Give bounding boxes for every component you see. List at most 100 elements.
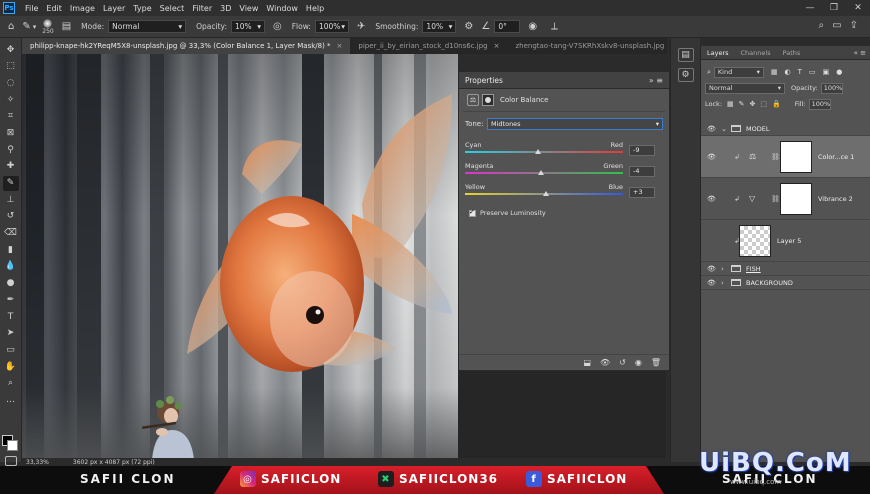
eyedropper-tool-icon[interactable]: ⚲	[3, 142, 19, 157]
filter-toggle-icon[interactable]: ●	[836, 68, 842, 76]
smart-object-filter-icon[interactable]: ▣	[823, 68, 830, 76]
chevron-right-icon[interactable]: ›	[721, 279, 724, 287]
brush-preset-picker[interactable]: 250	[42, 18, 54, 35]
layer-thumbnail[interactable]	[739, 224, 771, 257]
crop-tool-icon[interactable]: ⌗	[3, 109, 19, 124]
panel-menu-icon[interactable]: » ≡	[649, 76, 663, 85]
eye-icon[interactable]: 👁	[707, 125, 716, 133]
clip-to-layer-icon[interactable]: ⬓	[583, 358, 591, 367]
image-filter-icon[interactable]: ▦	[771, 68, 778, 76]
dodge-tool-icon[interactable]: ●	[3, 276, 19, 291]
flow-input[interactable]: 100% ▾	[314, 20, 349, 33]
marquee-tool-icon[interactable]: ⬚	[3, 59, 19, 74]
menu-3d[interactable]: 3D	[216, 4, 235, 13]
slider-track[interactable]	[465, 172, 623, 174]
pen-tool-icon[interactable]: ✒	[3, 292, 19, 307]
maximize-button[interactable]: ❐	[822, 0, 846, 16]
tab-zhengtao-tang[interactable]: zhengtao-tang-V7SKRhXskv8-unsplash.jpg ×	[507, 38, 684, 54]
slider-value-input[interactable]: -4	[629, 166, 655, 177]
chevron-down-icon[interactable]: ▾	[33, 23, 37, 31]
mode-select[interactable]: Normal ▾	[108, 20, 187, 33]
search-icon[interactable]: ⌕	[819, 20, 825, 31]
close-window-button[interactable]: ✕	[846, 0, 870, 16]
eye-icon[interactable]: 👁	[707, 195, 716, 203]
menu-window[interactable]: Window	[262, 4, 302, 13]
tone-select[interactable]: Midtones ▾	[487, 118, 663, 130]
move-tool-icon[interactable]: ✥	[3, 42, 19, 57]
fill-input[interactable]: 100%	[808, 98, 831, 110]
tab-philipp-knape[interactable]: philipp-knape-hk2YReqM5X8-unsplash.jpg @…	[22, 38, 351, 54]
menu-layer[interactable]: Layer	[99, 4, 129, 13]
lock-position-icon[interactable]: ✥	[750, 100, 756, 108]
healing-brush-tool-icon[interactable]: ✚	[3, 159, 19, 174]
eye-icon[interactable]: 👁	[707, 153, 716, 161]
background-color-swatch[interactable]	[7, 440, 18, 451]
chain-link-icon[interactable]: ⛓	[771, 195, 780, 203]
minimize-button[interactable]: —	[798, 0, 822, 16]
slider-thumb[interactable]	[542, 191, 549, 196]
layer-mask-icon[interactable]	[482, 94, 494, 106]
hand-tool-icon[interactable]: ✋	[3, 359, 19, 374]
quick-select-tool-icon[interactable]: ✧	[3, 92, 19, 107]
pressure-opacity-icon[interactable]: ◎	[273, 21, 282, 32]
eraser-tool-icon[interactable]: ⌫	[3, 226, 19, 241]
menu-edit[interactable]: Edit	[42, 4, 66, 13]
layer-vibrance[interactable]: 👁 ↲ ▽ ⛓ Vibrance 2	[701, 178, 870, 220]
home-icon[interactable]: ⌂	[8, 21, 14, 32]
slider-value-input[interactable]: -9	[629, 145, 655, 156]
lock-pixels-icon[interactable]: ✎	[739, 100, 745, 108]
layer-group-background[interactable]: 👁 › BACKGROUND	[701, 276, 870, 290]
layer-group-model[interactable]: 👁 ⌄ MODEL	[701, 122, 870, 136]
tab-layers[interactable]: Layers	[701, 49, 735, 57]
chain-link-icon[interactable]: ⛓	[771, 153, 780, 161]
brush-tool-icon[interactable]: ✎	[2, 175, 19, 191]
history-panel-icon[interactable]: ▤	[677, 48, 694, 62]
slider-value-input[interactable]: +3	[629, 187, 655, 198]
blend-mode-select[interactable]: Normal ▾	[705, 82, 785, 94]
close-icon[interactable]: ×	[337, 38, 343, 54]
menu-view[interactable]: View	[235, 4, 262, 13]
pressure-size-icon[interactable]: ◉	[528, 21, 537, 32]
gradient-tool-icon[interactable]: ▮	[3, 242, 19, 257]
eye-icon[interactable]: 👁	[707, 279, 716, 287]
reset-icon[interactable]: ↺	[619, 358, 626, 367]
slider-thumb[interactable]	[534, 149, 541, 154]
chevron-right-icon[interactable]: ›	[721, 265, 724, 273]
trash-icon[interactable]: 🗑	[651, 358, 661, 367]
layer-opacity-input[interactable]: 100%	[820, 82, 843, 94]
properties-panel-icon[interactable]: ⚙	[677, 68, 694, 82]
chevron-down-icon[interactable]: ⌄	[721, 125, 727, 133]
opacity-input[interactable]: 10% ▾	[230, 20, 265, 33]
quick-mask-icon[interactable]	[5, 456, 17, 466]
path-select-tool-icon[interactable]: ➤	[3, 326, 19, 341]
view-previous-icon[interactable]: 👁	[600, 358, 610, 367]
lasso-tool-icon[interactable]: ◌	[3, 75, 19, 90]
panel-menu-icon[interactable]: « ≡	[854, 49, 866, 57]
zoom-tool-icon[interactable]: ⌕	[3, 376, 19, 391]
lock-transparency-icon[interactable]: ▦	[727, 100, 734, 108]
menu-type[interactable]: Type	[129, 4, 155, 13]
close-icon[interactable]: ×	[494, 38, 500, 54]
slider-track[interactable]	[465, 151, 623, 153]
menu-select[interactable]: Select	[156, 4, 189, 13]
brush-tool-icon[interactable]: ✎	[22, 21, 30, 32]
layer-color-balance[interactable]: 👁 ↲ ⚖ ⛓ Color...ce 1	[701, 136, 870, 178]
adjustment-filter-icon[interactable]: ◐	[785, 68, 791, 76]
workspace-icon[interactable]: ▭	[832, 20, 841, 31]
clone-stamp-tool-icon[interactable]: ⊥	[3, 192, 19, 207]
smoothing-input[interactable]: 10% ▾	[422, 20, 457, 33]
document-canvas[interactable]	[22, 54, 458, 458]
type-tool-icon[interactable]: T	[3, 309, 19, 324]
layer-mask-thumbnail[interactable]	[780, 140, 812, 173]
layer-group-fish[interactable]: 👁 › FISH	[701, 262, 870, 276]
share-icon[interactable]: ⇪	[850, 20, 858, 31]
type-filter-icon[interactable]: T	[798, 68, 802, 76]
gear-icon[interactable]: ⚙	[464, 21, 473, 32]
tab-channels[interactable]: Channels	[735, 49, 777, 57]
menu-help[interactable]: Help	[302, 4, 328, 13]
tab-paths[interactable]: Paths	[777, 49, 807, 57]
blur-tool-icon[interactable]: 💧	[3, 259, 19, 274]
history-brush-tool-icon[interactable]: ↺	[3, 209, 19, 224]
layer-5[interactable]: ↲ Layer 5	[701, 220, 870, 262]
brush-settings-icon[interactable]: ▤	[62, 21, 71, 32]
